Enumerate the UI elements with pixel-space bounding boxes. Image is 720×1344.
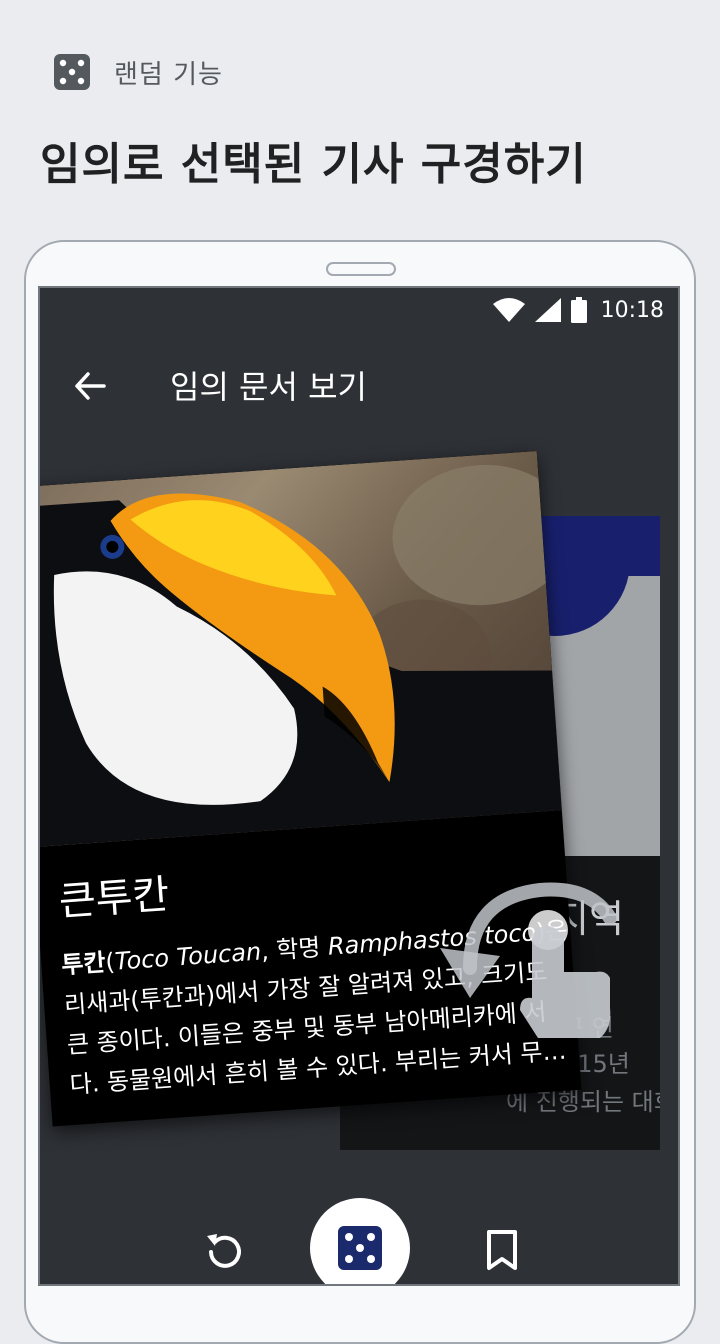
headline: 임의로 선택된 기사 구경하기 [40, 139, 587, 190]
back-button[interactable] [70, 366, 110, 406]
text-bold: 투칸 [60, 948, 107, 980]
feature-row: 랜덤 기능 [54, 53, 223, 91]
swipe-gesture-icon [440, 882, 617, 1038]
bookmark-icon [487, 1230, 517, 1270]
battery-icon [570, 297, 587, 323]
image-shape [570, 516, 660, 576]
refresh-button[interactable] [195, 1220, 255, 1280]
bottom-action-bar [40, 1198, 678, 1284]
arrow-left-icon [75, 372, 106, 400]
dice-icon [338, 1226, 382, 1270]
app-bar: 임의 문서 보기 [40, 344, 678, 424]
signal-icon [534, 298, 561, 322]
phone-speaker [326, 262, 396, 276]
feature-label: 랜덤 기능 [114, 59, 223, 90]
app-title: 임의 문서 보기 [170, 368, 367, 406]
status-bar: 10:18 [492, 288, 664, 332]
toucan-illustration [40, 464, 562, 848]
device-screen: 10:18 임의 문서 보기 지역 구 연 015년 에 진행되는 대회 [38, 286, 680, 1286]
status-time: 10:18 [600, 297, 664, 323]
text-normal: , 학명 [260, 932, 329, 966]
article-image-toucan [40, 451, 562, 848]
refresh-icon [207, 1234, 241, 1268]
wifi-icon [492, 298, 525, 322]
text-italic: Toco Toucan [113, 937, 263, 976]
dice-icon [54, 54, 90, 90]
article-title-front: 큰투칸 [57, 871, 171, 926]
random-article-button[interactable] [310, 1198, 410, 1284]
bookmark-button[interactable] [472, 1220, 532, 1280]
